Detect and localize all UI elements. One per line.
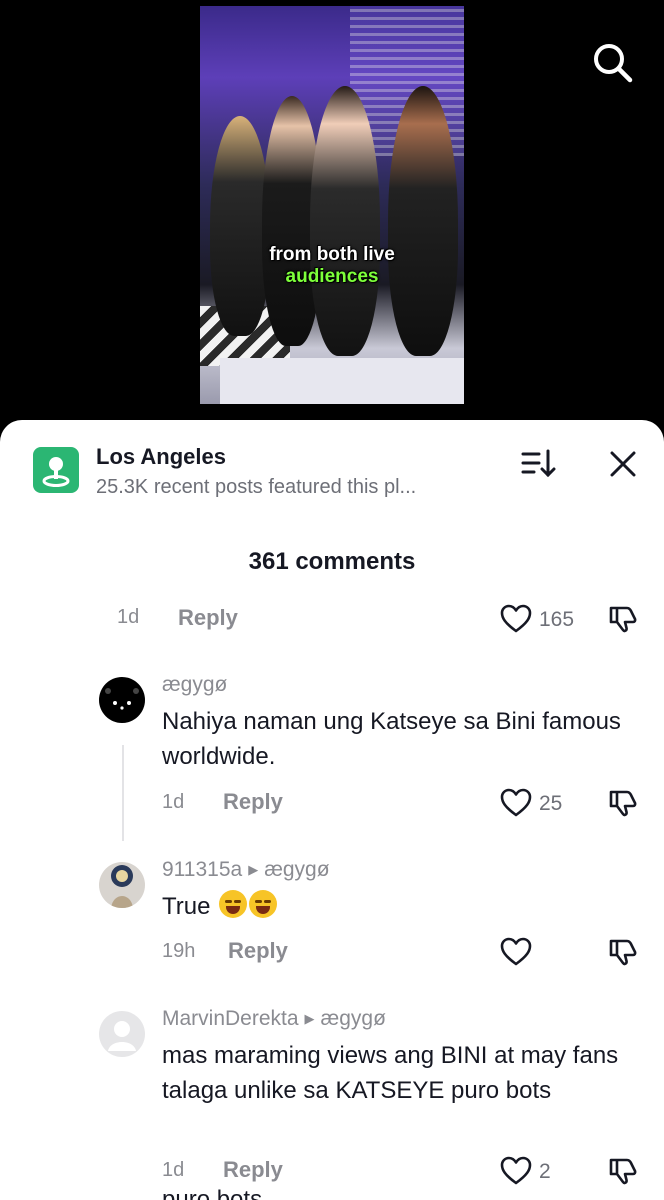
place-title[interactable]: Los Angeles — [96, 444, 226, 470]
video-player[interactable]: from both live audiences — [200, 6, 464, 404]
laughing-emoji-icon — [219, 890, 248, 918]
username-text[interactable]: 911315a — [162, 858, 242, 881]
search-icon[interactable] — [588, 38, 636, 86]
stage-step — [220, 358, 464, 404]
reply-to-arrow-icon: ▶ — [248, 862, 259, 877]
performer — [388, 86, 458, 356]
comment-time: 1d — [162, 1159, 185, 1181]
heart-icon[interactable] — [499, 1155, 533, 1187]
dislike-icon[interactable] — [607, 603, 639, 635]
dislike-icon[interactable] — [607, 1155, 639, 1187]
reply-button[interactable]: Reply — [223, 789, 283, 815]
comment-count: 361 comments — [248, 548, 416, 575]
sort-icon[interactable] — [520, 448, 556, 480]
comment-text: Nahiya naman ung Katseye sa Bini famous … — [162, 708, 621, 770]
avatar[interactable] — [99, 1011, 145, 1057]
heart-icon[interactable] — [499, 936, 533, 968]
reply-to-arrow-icon: ▶ — [304, 1011, 315, 1026]
performer — [210, 116, 270, 336]
comment-username[interactable]: ægygø — [162, 673, 227, 697]
reply-button[interactable]: Reply — [223, 1157, 283, 1183]
truncated-text: puro bots — [162, 1186, 263, 1200]
dislike-icon[interactable] — [607, 936, 639, 968]
reply-button[interactable]: Reply — [178, 605, 238, 631]
avatar[interactable] — [99, 862, 145, 908]
laughing-emoji-icon — [249, 890, 278, 918]
location-pin-icon[interactable] — [33, 447, 79, 493]
video-area: from both live audiences — [0, 0, 664, 420]
comment-username[interactable]: 911315a ▶ ægygø — [162, 858, 330, 882]
comment-text: mas maraming views ang BINI at may fans … — [162, 1042, 619, 1104]
place-subtitle[interactable]: 25.3K recent posts featured this pl... — [96, 476, 416, 499]
like-count: 25 — [539, 792, 563, 815]
performer — [310, 86, 380, 356]
reply-button[interactable]: Reply — [228, 938, 288, 964]
comment-time: 1d — [162, 791, 185, 813]
thread-line — [122, 745, 124, 841]
close-icon[interactable] — [607, 448, 639, 480]
video-caption-line1: from both live — [269, 244, 395, 265]
username-text[interactable]: MarvinDerekta — [162, 1007, 299, 1030]
username-text[interactable]: ægygø — [162, 673, 227, 696]
like-count: 2 — [539, 1160, 551, 1183]
comment-username[interactable]: MarvinDerekta ▶ ægygø — [162, 1007, 386, 1031]
video-caption-line2: audiences — [285, 266, 379, 287]
avatar[interactable] — [99, 677, 145, 723]
dislike-icon[interactable] — [607, 787, 639, 819]
comment-text: True — [162, 889, 278, 924]
comment-text-body: True — [162, 893, 211, 920]
reply-to-username[interactable]: ægygø — [264, 858, 329, 881]
reply-to-username[interactable]: ægygø — [321, 1007, 386, 1030]
comment-time: 1d — [117, 606, 140, 628]
comment-time: 19h — [162, 940, 196, 962]
like-count: 165 — [539, 608, 575, 631]
heart-icon[interactable] — [499, 603, 533, 635]
heart-icon[interactable] — [499, 787, 533, 819]
